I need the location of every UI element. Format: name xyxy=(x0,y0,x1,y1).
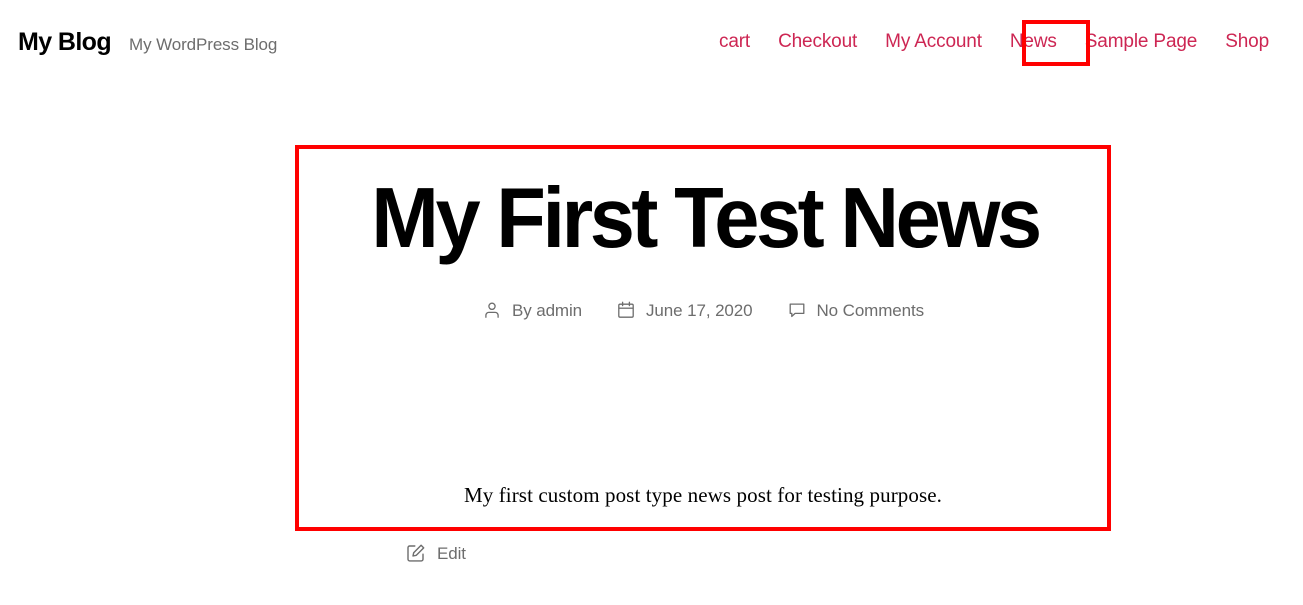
edit-post-label: Edit xyxy=(437,543,466,563)
nav-item-sample-page[interactable]: Sample Page xyxy=(1071,30,1211,54)
nav-item-news[interactable]: News xyxy=(996,30,1071,54)
nav-item-my-account[interactable]: My Account xyxy=(871,30,996,54)
pencil-square-icon xyxy=(405,542,427,564)
person-icon xyxy=(482,300,502,320)
post-article: My First Test News By admin June 17, 202… xyxy=(295,145,1111,531)
edit-post-link[interactable]: Edit xyxy=(405,542,466,564)
nav-item-checkout[interactable]: Checkout xyxy=(764,30,871,54)
site-branding: My Blog My WordPress Blog xyxy=(18,30,277,55)
page-title: My First Test News xyxy=(371,171,1042,266)
post-date: June 17, 2020 xyxy=(616,300,753,320)
post-author: By admin xyxy=(482,300,582,320)
post-comments-label: No Comments xyxy=(816,300,925,320)
calendar-icon xyxy=(616,300,636,320)
site-tagline: My WordPress Blog xyxy=(129,35,278,54)
post-comments[interactable]: No Comments xyxy=(787,300,925,320)
comment-icon xyxy=(787,300,807,320)
post-author-label: By admin xyxy=(511,300,583,320)
post-date-label: June 17, 2020 xyxy=(646,300,753,320)
nav-item-cart[interactable]: cart xyxy=(705,30,764,54)
entry-meta: By admin June 17, 2020 No Comments xyxy=(295,300,1111,320)
primary-navigation: cart Checkout My Account News Sample Pag… xyxy=(705,30,1283,54)
entry-content: My first custom post type news post for … xyxy=(295,481,1111,510)
nav-item-shop[interactable]: Shop xyxy=(1211,30,1283,54)
post-body-text: My first custom post type news post for … xyxy=(463,483,943,507)
site-header: My Blog My WordPress Blog cart Checkout … xyxy=(0,0,1303,90)
site-title-link[interactable]: My Blog xyxy=(18,30,112,55)
